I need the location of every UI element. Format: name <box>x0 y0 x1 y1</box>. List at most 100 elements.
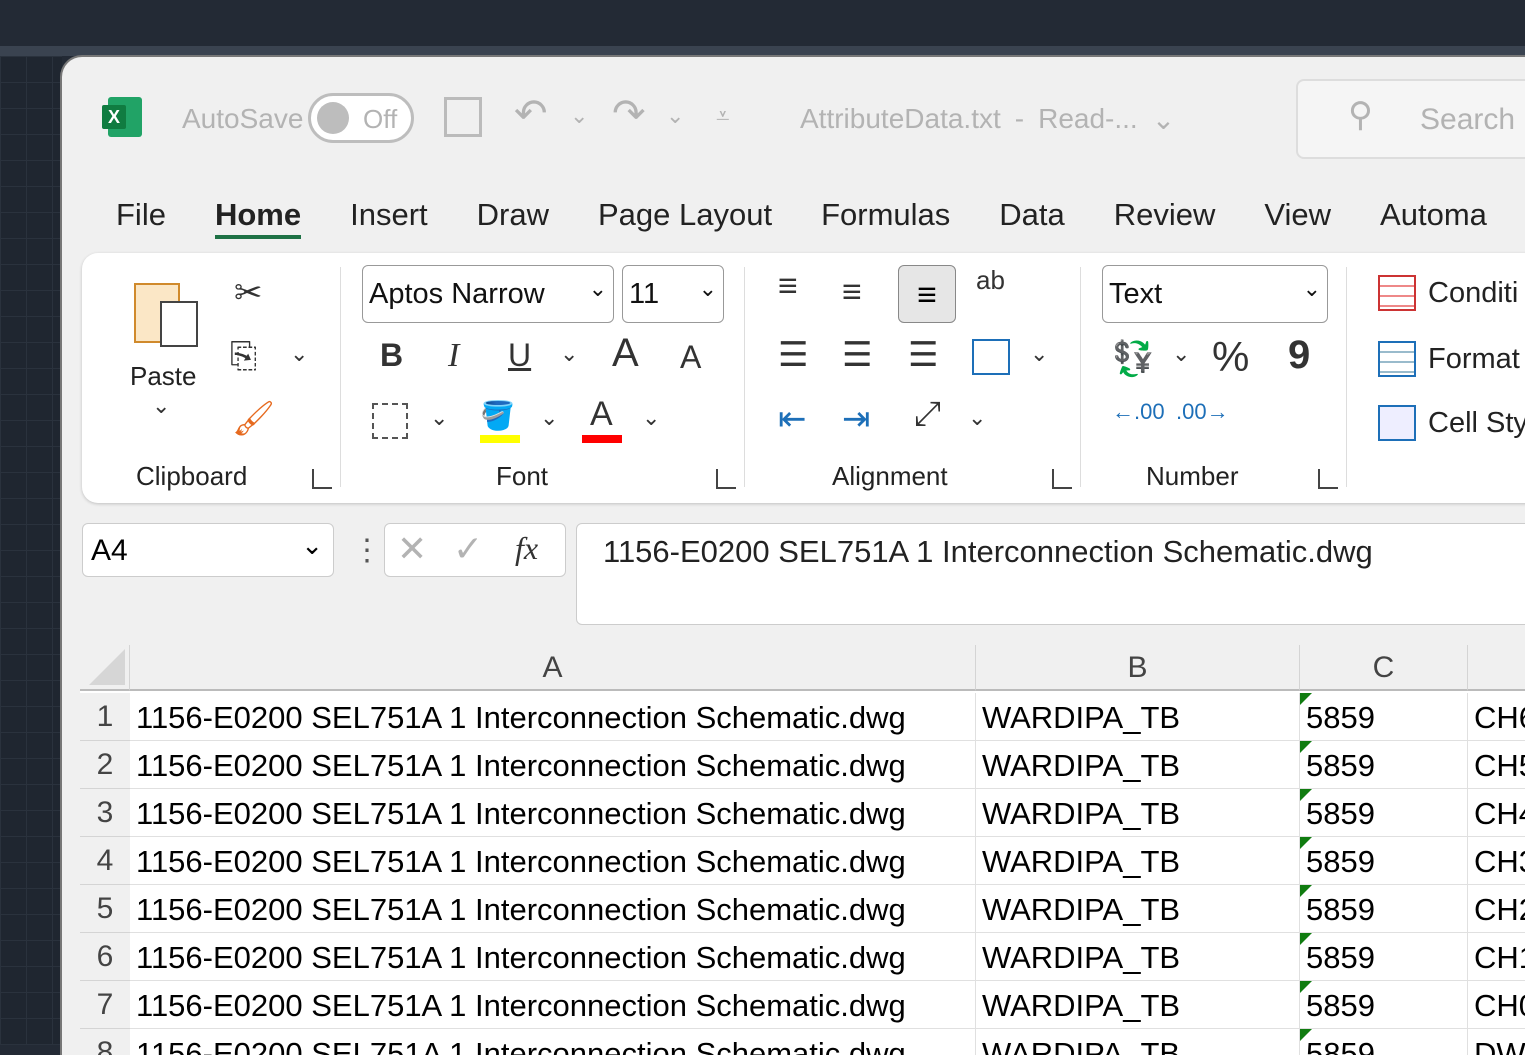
cell-c[interactable]: 5859 <box>1300 1029 1468 1055</box>
font-color-button[interactable]: A <box>582 395 622 443</box>
cell-c[interactable]: 5859 <box>1300 837 1468 885</box>
cell-b[interactable]: WARDIPA_TB <box>976 693 1300 741</box>
error-indicator-icon[interactable] <box>1300 789 1312 801</box>
row-header[interactable]: 2 <box>80 741 130 789</box>
conditional-formatting-button[interactable]: Conditi <box>1378 275 1518 311</box>
fill-color-button[interactable]: 🪣 <box>480 399 520 443</box>
comma-style-button[interactable]: 9 <box>1288 333 1310 378</box>
cell-d[interactable]: CH3 <box>1468 837 1525 885</box>
cell-a[interactable]: 1156-E0200 SEL751A 1 Interconnection Sch… <box>130 1029 976 1055</box>
cell-c[interactable]: 5859 <box>1300 885 1468 933</box>
cell-b[interactable]: WARDIPA_TB <box>976 885 1300 933</box>
format-painter-icon[interactable]: 🖌 <box>232 399 275 439</box>
cell-a[interactable]: 1156-E0200 SEL751A 1 Interconnection Sch… <box>130 693 976 741</box>
cell-b[interactable]: WARDIPA_TB <box>976 837 1300 885</box>
cell-b[interactable]: WARDIPA_TB <box>976 1029 1300 1055</box>
accounting-dropdown-icon[interactable]: ⌄ <box>1172 341 1190 367</box>
undo-dropdown-icon[interactable]: ⌄ <box>570 103 588 129</box>
cell-a[interactable]: 1156-E0200 SEL751A 1 Interconnection Sch… <box>130 981 976 1029</box>
shrink-font-button[interactable]: A <box>680 339 701 376</box>
align-bottom-button[interactable]: ≡ <box>898 265 956 323</box>
increase-indent-icon[interactable]: ⇥ <box>842 399 871 439</box>
cell-b[interactable]: WARDIPA_TB <box>976 981 1300 1029</box>
insert-function-button[interactable]: fx <box>515 530 538 567</box>
accounting-format-icon[interactable]: 💱 <box>1112 339 1154 379</box>
font-name-dropdown[interactable]: Aptos Narrow ⌄ <box>362 265 614 323</box>
underline-button[interactable]: U <box>508 337 531 374</box>
cell-c[interactable]: 5859 <box>1300 789 1468 837</box>
number-launcher-icon[interactable] <box>1318 469 1338 489</box>
align-left-icon[interactable]: ☰ <box>778 335 808 375</box>
row-header[interactable]: 6 <box>80 933 130 981</box>
merge-center-icon[interactable] <box>972 339 1010 375</box>
name-box[interactable]: A4 ⌄ <box>82 523 334 577</box>
cell-d[interactable]: CH0 <box>1468 981 1525 1029</box>
paste-button[interactable]: Paste <box>130 361 197 392</box>
row-header[interactable]: 7 <box>80 981 130 1029</box>
grow-font-button[interactable]: A <box>612 331 639 376</box>
column-header-d[interactable] <box>1468 645 1525 691</box>
select-all-corner[interactable] <box>80 645 130 691</box>
underline-dropdown-icon[interactable]: ⌄ <box>560 341 578 367</box>
cell-b[interactable]: WARDIPA_TB <box>976 789 1300 837</box>
cell-a[interactable]: 1156-E0200 SEL751A 1 Interconnection Sch… <box>130 741 976 789</box>
document-title[interactable]: AttributeData.txt - Read-... ⌄ <box>800 103 1175 136</box>
merge-dropdown-icon[interactable]: ⌄ <box>1030 341 1048 367</box>
enter-icon[interactable]: ✓ <box>453 528 483 570</box>
cell-d[interactable]: CH4 <box>1468 789 1525 837</box>
paste-dropdown-icon[interactable]: ⌄ <box>152 393 170 419</box>
error-indicator-icon[interactable] <box>1300 981 1312 993</box>
borders-icon[interactable] <box>372 403 408 439</box>
cell-a[interactable]: 1156-E0200 SEL751A 1 Interconnection Sch… <box>130 885 976 933</box>
tab-formulas[interactable]: Formulas <box>821 197 950 239</box>
error-indicator-icon[interactable] <box>1300 1029 1312 1041</box>
redo-icon[interactable]: ↷ <box>612 91 646 137</box>
row-header[interactable]: 3 <box>80 789 130 837</box>
copy-dropdown-icon[interactable]: ⌄ <box>290 341 308 367</box>
redo-dropdown-icon[interactable]: ⌄ <box>666 103 684 129</box>
increase-decimal-icon[interactable]: ←.00 <box>1112 399 1165 425</box>
error-indicator-icon[interactable] <box>1300 837 1312 849</box>
cell-a[interactable]: 1156-E0200 SEL751A 1 Interconnection Sch… <box>130 933 976 981</box>
row-header[interactable]: 1 <box>80 693 130 741</box>
tab-page-layout[interactable]: Page Layout <box>598 197 772 239</box>
align-top-icon[interactable]: ≡ <box>778 267 798 306</box>
font-size-dropdown[interactable]: 11 ⌄ <box>622 265 724 323</box>
borders-dropdown-icon[interactable]: ⌄ <box>430 405 448 431</box>
error-indicator-icon[interactable] <box>1300 741 1312 753</box>
tab-file[interactable]: File <box>116 197 166 239</box>
undo-icon[interactable]: ↶ <box>514 91 548 137</box>
percent-button[interactable]: % <box>1212 333 1249 381</box>
cell-c[interactable]: 5859 <box>1300 693 1468 741</box>
decrease-decimal-icon[interactable]: .00→ <box>1176 399 1229 425</box>
error-indicator-icon[interactable] <box>1300 885 1312 897</box>
orientation-dropdown-icon[interactable]: ⌄ <box>968 405 986 431</box>
bold-button[interactable]: B <box>380 337 403 374</box>
search-box[interactable]: ⚲ Search <box>1296 79 1525 159</box>
row-header[interactable]: 4 <box>80 837 130 885</box>
tab-automate[interactable]: Automa <box>1380 197 1487 239</box>
align-middle-icon[interactable]: ≡ <box>842 273 862 312</box>
alignment-launcher-icon[interactable] <box>1052 469 1072 489</box>
tab-insert[interactable]: Insert <box>350 197 428 239</box>
format-as-table-button[interactable]: Format <box>1378 341 1520 377</box>
error-indicator-icon[interactable] <box>1300 693 1312 705</box>
cell-d[interactable]: CH1 <box>1468 933 1525 981</box>
font-color-dropdown-icon[interactable]: ⌄ <box>642 405 660 431</box>
autosave-toggle[interactable]: Off <box>308 93 414 143</box>
cell-b[interactable]: WARDIPA_TB <box>976 933 1300 981</box>
italic-button[interactable]: I <box>448 337 459 375</box>
cell-b[interactable]: WARDIPA_TB <box>976 741 1300 789</box>
row-header[interactable]: 5 <box>80 885 130 933</box>
orientation-icon[interactable]: ⤢ <box>914 395 941 434</box>
column-header-b[interactable]: B <box>976 645 1300 691</box>
save-icon[interactable] <box>444 97 482 137</box>
paste-icon[interactable] <box>134 275 204 351</box>
cut-icon[interactable]: ✂ <box>234 273 263 313</box>
row-header[interactable]: 8 <box>80 1029 130 1055</box>
tab-review[interactable]: Review <box>1114 197 1216 239</box>
wrap-text-button[interactable]: ab <box>976 267 1005 293</box>
cell-styles-button[interactable]: Cell Sty <box>1378 405 1525 441</box>
cell-c[interactable]: 5859 <box>1300 981 1468 1029</box>
column-header-a[interactable]: A <box>130 645 976 691</box>
